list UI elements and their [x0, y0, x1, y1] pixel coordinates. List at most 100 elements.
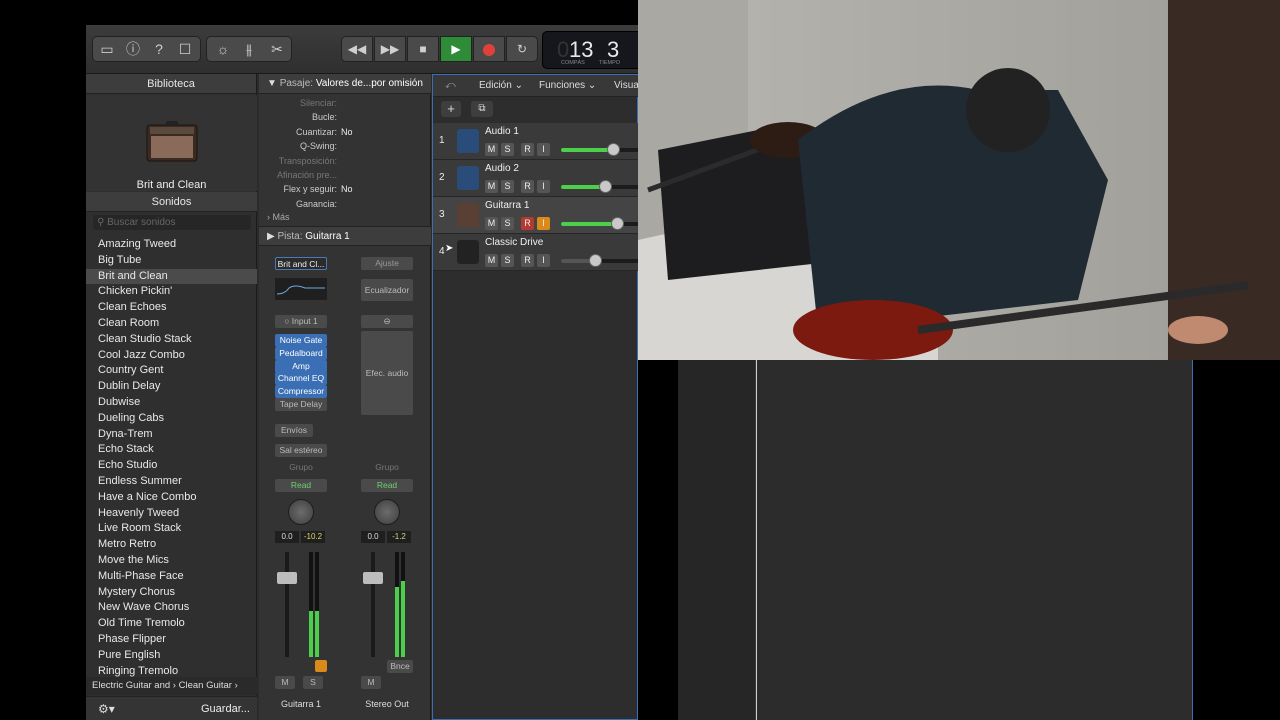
track-header[interactable]: 2 Audio 2 MSRI	[433, 160, 638, 197]
sound-item[interactable]: Chicken Pickin'	[86, 284, 257, 300]
solo-button[interactable]: S	[501, 143, 514, 156]
more-toggle[interactable]: › Más	[267, 212, 290, 222]
add-track-button[interactable]: +	[441, 101, 461, 117]
sound-item[interactable]: Pure English	[86, 648, 257, 664]
sound-item[interactable]: Echo Studio	[86, 458, 257, 474]
volume-readout[interactable]: 0.0	[275, 531, 299, 543]
bounce-button[interactable]: Bnce	[387, 660, 413, 673]
volume-fader[interactable]	[371, 552, 375, 657]
input-monitor-button[interactable]: I	[537, 143, 550, 156]
solo-button[interactable]: S	[501, 217, 514, 230]
eq-slot[interactable]: Ecualizador	[361, 279, 413, 301]
sound-item[interactable]: Dublin Delay	[86, 379, 257, 395]
menu-visualizacion[interactable]: Visua	[614, 75, 638, 97]
output-slot[interactable]: Sal estéreo	[275, 444, 327, 457]
sound-item[interactable]: Echo Stack	[86, 442, 257, 458]
audio-fx-slot[interactable]: Efec. audio	[361, 331, 413, 415]
sound-item[interactable]: New Wave Chorus	[86, 600, 257, 616]
fader-handle[interactable]	[277, 572, 297, 584]
sound-item[interactable]: Clean Room	[86, 316, 257, 332]
track-volume-slider[interactable]	[561, 254, 638, 267]
track-inspector-header[interactable]: ▶ Pista: Guitarra 1	[259, 226, 431, 246]
plugin-slot[interactable]: Tape Delay	[275, 398, 327, 411]
sound-item[interactable]: Phase Flipper	[86, 632, 257, 648]
solo-button[interactable]: S	[501, 254, 514, 267]
param-value[interactable]: No	[341, 127, 353, 137]
sound-item[interactable]: Dueling Cabs	[86, 411, 257, 427]
plugin-slot[interactable]: Pedalboard	[275, 346, 327, 360]
group-slot[interactable]: Grupo	[361, 461, 413, 474]
toolbar-icon[interactable]: ☐	[172, 37, 198, 61]
track-volume-slider[interactable]	[561, 180, 638, 193]
sound-item[interactable]: Country Gent	[86, 363, 257, 379]
input-monitor-button[interactable]: I	[537, 254, 550, 267]
stop-button[interactable]: ■	[407, 36, 439, 62]
track-name[interactable]: Audio 1	[485, 126, 519, 137]
mute-button[interactable]: M	[485, 180, 498, 193]
breadcrumb-category[interactable]: Electric Guitar and	[92, 680, 170, 691]
sound-item[interactable]: Clean Studio Stack	[86, 332, 257, 348]
back-arrow-icon[interactable]: ⤺	[445, 75, 456, 97]
menu-funciones[interactable]: Funciones ⌄	[539, 75, 596, 97]
sound-item[interactable]: Dyna-Trem	[86, 427, 257, 443]
input-slot[interactable]: ○ Input 1	[275, 315, 327, 328]
track-name[interactable]: Guitarra 1	[485, 200, 529, 211]
save-button[interactable]: Guardar...	[201, 703, 250, 715]
input-monitor-button[interactable]: I	[537, 180, 550, 193]
volume-handle[interactable]	[599, 180, 612, 193]
plugin-slot[interactable]: Channel EQ	[275, 372, 327, 386]
automation-slot[interactable]: Read	[361, 479, 413, 492]
editors-icon[interactable]: ✂	[264, 37, 290, 61]
sound-item[interactable]: Old Time Tremolo	[86, 616, 257, 632]
track-volume-slider[interactable]	[561, 217, 638, 230]
region-inspector-header[interactable]: ▼ Pasaje: Valores de...por omisión	[259, 74, 431, 94]
plugin-slot[interactable]: Noise Gate	[275, 334, 327, 347]
library-icon[interactable]: ▭	[94, 37, 120, 61]
sound-item[interactable]: Heavenly Tweed	[86, 506, 257, 522]
mute-button[interactable]: M	[361, 676, 381, 689]
sound-item[interactable]: Metro Retro	[86, 537, 257, 553]
play-button[interactable]: ▶	[440, 36, 472, 62]
sound-item[interactable]: Have a Nice Combo	[86, 490, 257, 506]
help-icon[interactable]: ?	[146, 37, 172, 61]
sound-item[interactable]: Multi-Phase Face	[86, 569, 257, 585]
forward-button[interactable]: ▶▶	[374, 36, 406, 62]
track-header[interactable]: 4 Classic Drive M S R I	[433, 234, 638, 271]
volume-handle[interactable]	[588, 254, 602, 267]
record-enable-button[interactable]: R	[521, 180, 534, 193]
plugin-slot[interactable]: Amp	[275, 359, 327, 373]
automation-slot[interactable]: Read	[275, 479, 327, 492]
record-enable-button[interactable]: R	[521, 254, 534, 267]
track-volume-slider[interactable]	[561, 143, 638, 156]
sound-item[interactable]: Clean Echoes	[86, 300, 257, 316]
volume-handle[interactable]	[607, 143, 620, 156]
mute-button[interactable]: M	[485, 254, 498, 267]
sound-item[interactable]: Cool Jazz Combo	[86, 348, 257, 364]
duplicate-track-icon[interactable]: ⧉	[471, 101, 493, 117]
lcd-display[interactable]: 0 13 3 COMPÁS TIEMPO	[542, 31, 638, 69]
record-button[interactable]	[473, 36, 505, 62]
volume-readout[interactable]: 0.0	[361, 531, 385, 543]
mute-button[interactable]: M	[275, 676, 295, 689]
mute-button[interactable]: M	[485, 143, 498, 156]
breadcrumb-subcategory[interactable]: Clean Guitar	[179, 680, 232, 691]
record-enable-button[interactable]: R	[521, 217, 534, 230]
sound-item[interactable]: Live Room Stack	[86, 521, 257, 537]
peak-readout[interactable]: -10.2	[301, 531, 325, 543]
eq-thumbnail[interactable]	[275, 278, 327, 300]
volume-handle[interactable]	[611, 217, 624, 230]
pan-knob[interactable]	[374, 499, 400, 525]
rewind-button[interactable]: ◀◀	[341, 36, 373, 62]
setting-slot[interactable]: Ajuste	[361, 257, 413, 270]
sound-item[interactable]: Move the Mics	[86, 553, 257, 569]
plugin-slot[interactable]: Compressor	[275, 385, 327, 399]
sound-item[interactable]: Brit and Clean	[86, 268, 257, 285]
record-enable-button[interactable]: R	[521, 143, 534, 156]
sends-slot[interactable]: Envíos	[275, 424, 313, 437]
track-header[interactable]: 3 Guitarra 1 MSRI	[433, 197, 638, 234]
track-name[interactable]: Classic Drive	[485, 237, 543, 248]
solo-button[interactable]: S	[501, 180, 514, 193]
fader-handle[interactable]	[363, 572, 383, 584]
sound-item[interactable]: Mystery Chorus	[86, 585, 257, 601]
sound-item[interactable]: Big Tube	[86, 253, 257, 269]
